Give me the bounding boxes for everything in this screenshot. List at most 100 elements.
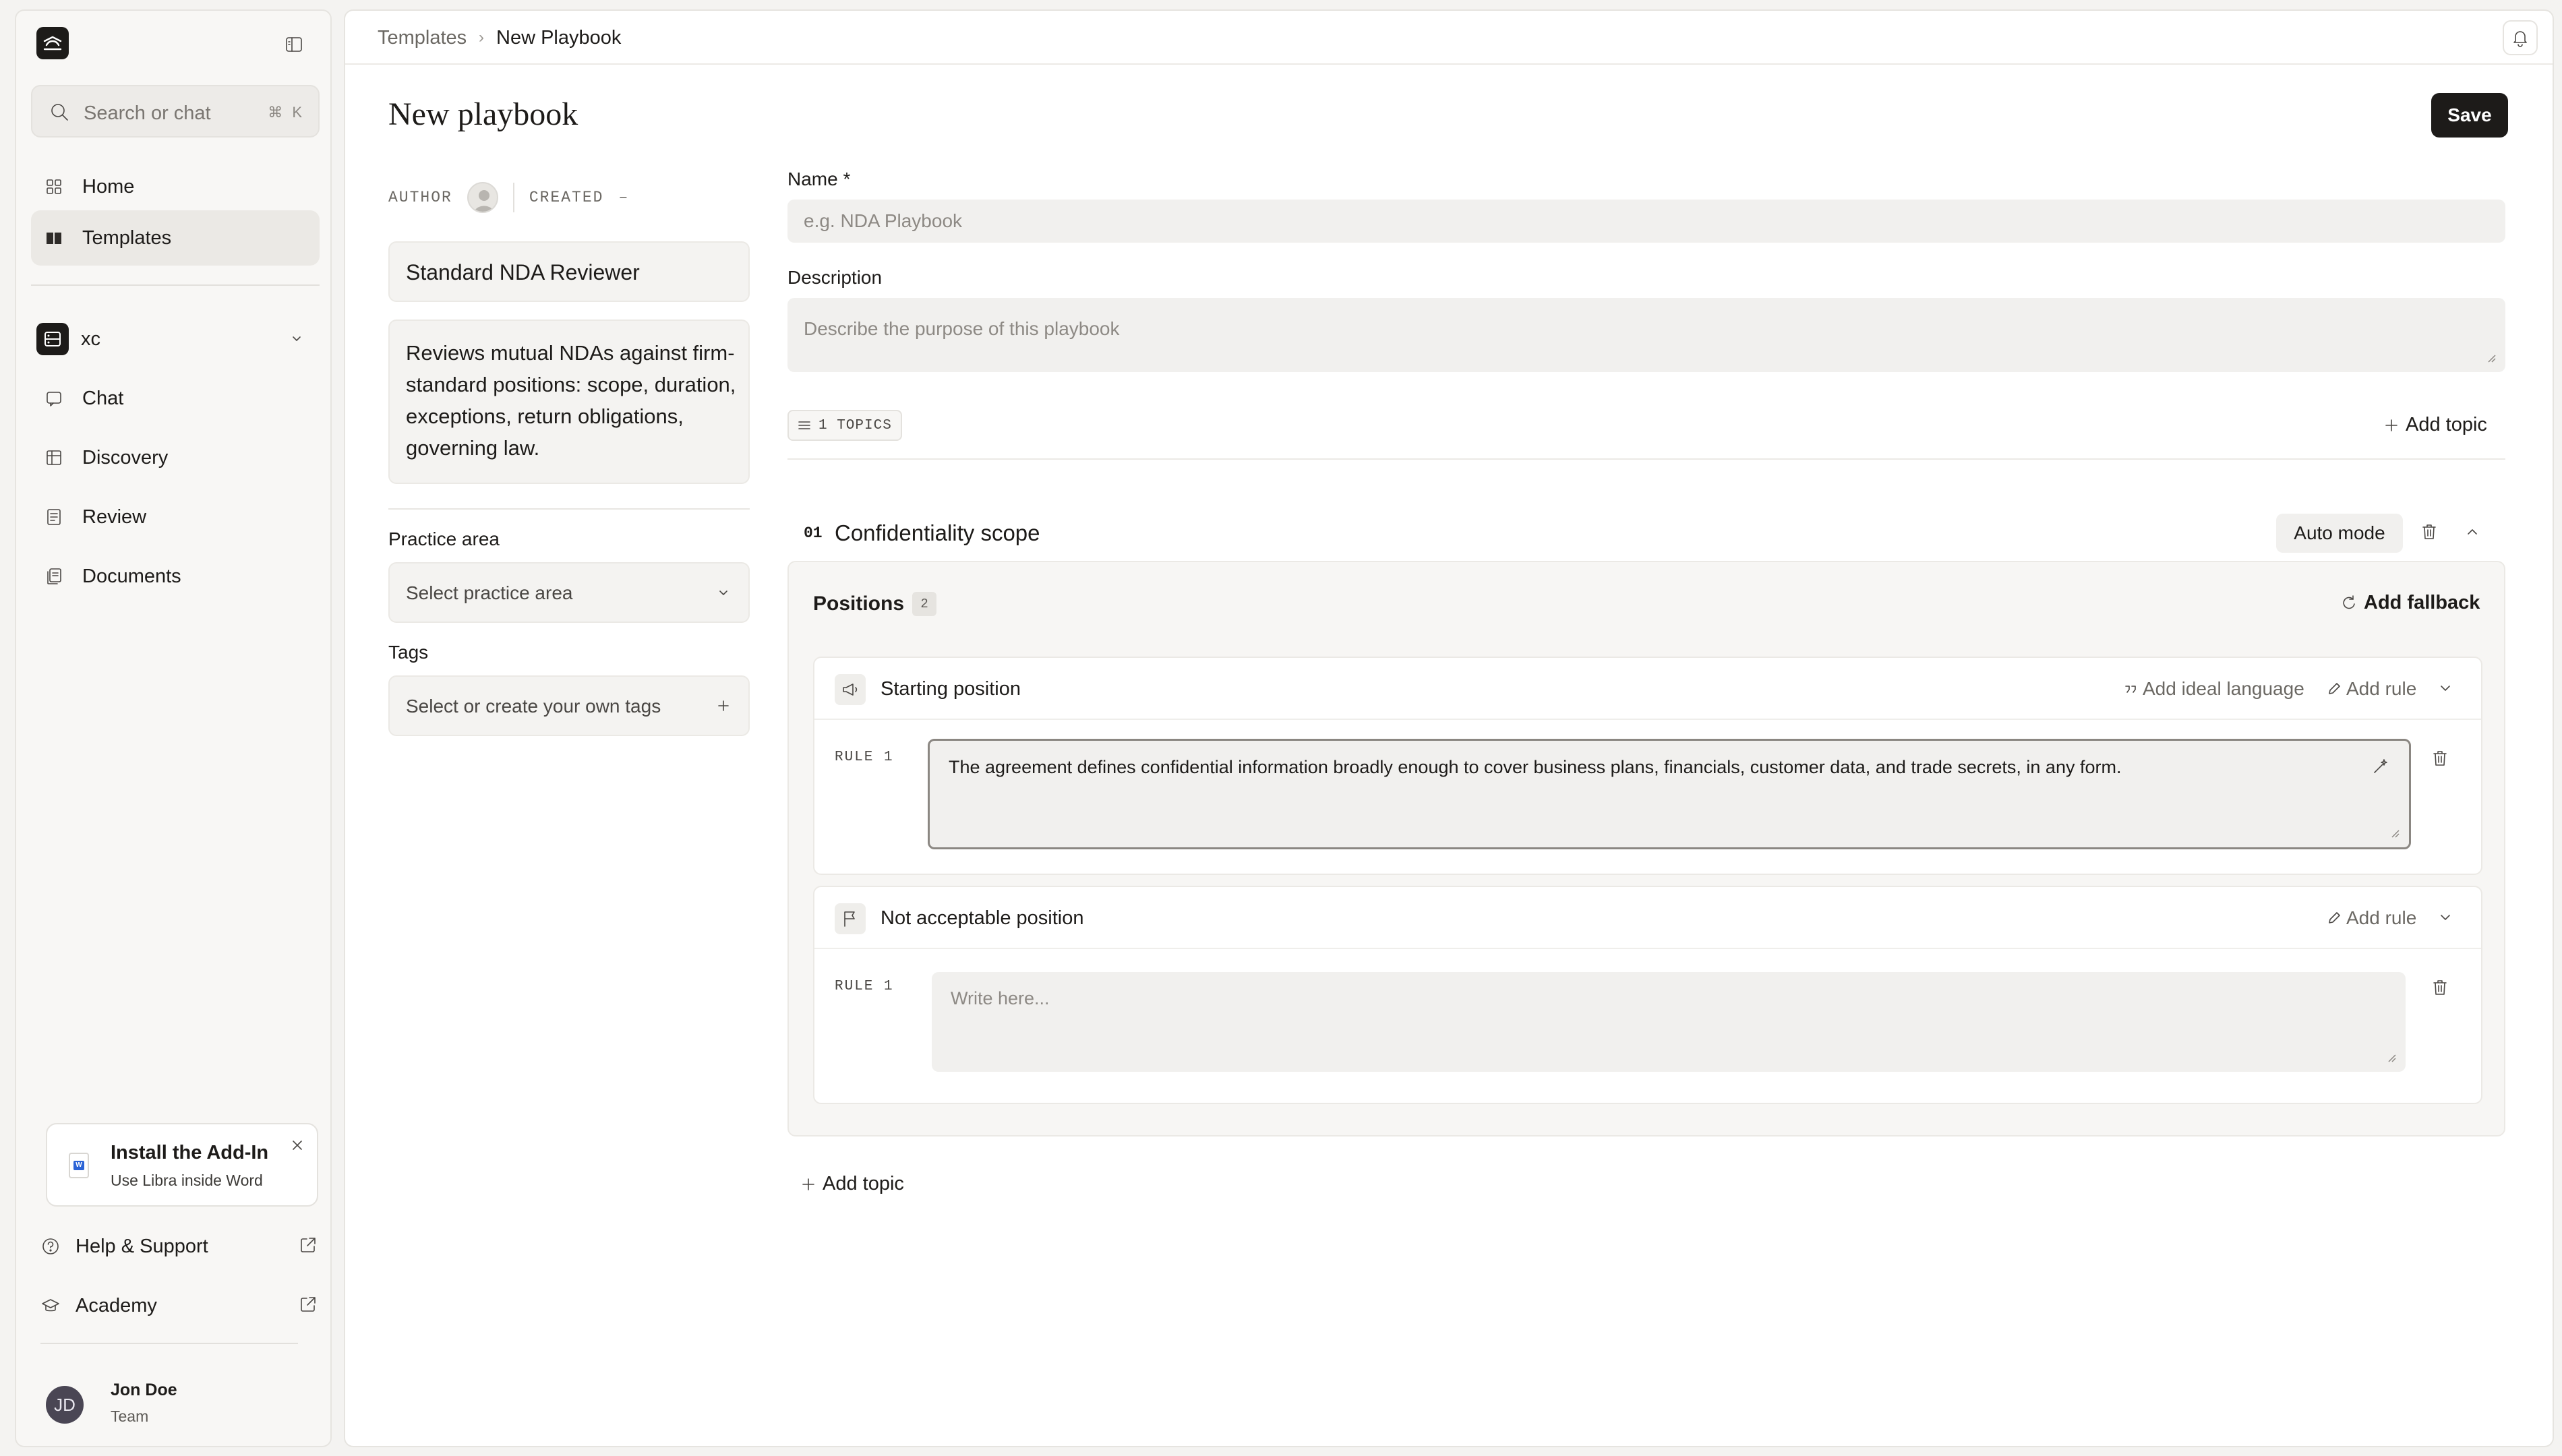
bell-icon (2513, 31, 2527, 47)
sidebar-item-templates[interactable]: Templates (31, 210, 320, 266)
plus-icon (2385, 419, 2397, 431)
fallback-icon (2343, 595, 2355, 609)
documents-icon (40, 563, 67, 590)
addin-subtitle: Use Libra inside Word (111, 1172, 263, 1189)
sidebar-item-review[interactable]: Review (31, 489, 320, 545)
page-title: New playbook (388, 96, 578, 132)
rule-label: RULE 1 (835, 750, 894, 765)
sidebar-item-label: Review (82, 506, 147, 528)
created-value: – (618, 189, 630, 206)
academy-link[interactable]: Academy (40, 1282, 324, 1329)
add-ideal-language-label: Add ideal language (2143, 678, 2304, 699)
add-ideal-language-button[interactable]: Add ideal language (2122, 678, 2304, 700)
name-input[interactable]: e.g. NDA Playbook (787, 200, 2505, 243)
notifications-button[interactable] (2503, 20, 2538, 55)
search-placeholder: Search or chat (84, 102, 211, 124)
position-title: Starting position (881, 678, 1021, 700)
add-fallback-button[interactable]: Add fallback (2340, 592, 2480, 614)
sidebar-item-discovery[interactable]: Discovery (31, 430, 320, 485)
rule-text: The agreement defines confidential infor… (949, 757, 2122, 777)
topic-number: 01 (804, 524, 823, 542)
sidebar-item-chat[interactable]: Chat (31, 371, 320, 426)
resize-handle-icon[interactable] (2385, 1052, 2396, 1062)
description-label: Description (787, 267, 883, 288)
help-icon (42, 1238, 59, 1254)
playbook-description-card[interactable]: Reviews mutual NDAs against firm-standar… (388, 320, 750, 484)
author-label: AUTHOR (388, 189, 452, 206)
description-input[interactable]: Describe the purpose of this playbook (787, 298, 2505, 372)
user-name: Jon Doe (111, 1381, 177, 1399)
sidebar-item-label: Home (82, 175, 135, 198)
search-icon (51, 104, 68, 121)
sidebar-item-label: Templates (82, 226, 172, 249)
user-profile[interactable]: JD Jon Doe Team (46, 1381, 329, 1434)
created-label: CREATED (529, 189, 604, 206)
tags-input[interactable]: Select or create your own tags (388, 675, 750, 736)
pencil-icon (2329, 683, 2340, 694)
user-role: Team (111, 1407, 149, 1425)
trash-icon[interactable] (2419, 522, 2439, 542)
description-placeholder: Describe the purpose of this playbook (804, 318, 1120, 339)
position-header[interactable]: Starting position Add ideal language Add… (814, 658, 2481, 720)
add-rule-button[interactable]: Add rule (2326, 907, 2416, 929)
search-input[interactable]: Search or chat ⌘ K (31, 85, 320, 138)
megaphone-icon (835, 674, 866, 705)
add-topic-bottom-button[interactable]: Add topic (800, 1173, 904, 1195)
divider (787, 458, 2505, 460)
divider (388, 508, 750, 510)
workspace-icon (36, 323, 69, 355)
chevron-down-icon (719, 590, 727, 595)
chevron-down-icon[interactable] (2435, 678, 2455, 698)
chevron-down-icon[interactable] (2435, 907, 2455, 928)
positions-count: 2 (912, 592, 937, 616)
top-bar: Templates › New Playbook (345, 11, 2553, 65)
close-icon[interactable] (289, 1136, 306, 1154)
avatar: JD (46, 1386, 84, 1424)
resize-handle-icon[interactable] (2485, 352, 2496, 363)
plus-icon (802, 1178, 814, 1190)
pencil-icon (2329, 912, 2340, 923)
table-icon (40, 444, 67, 471)
resize-handle-icon[interactable] (2389, 827, 2400, 838)
topic-header[interactable]: 01 Confidentiality scope Auto mode (787, 504, 2505, 561)
help-support-label: Help & Support (76, 1235, 208, 1257)
positions-header: Positions 2 (813, 592, 937, 616)
sidebar: Search or chat ⌘ K Home Templates xc Cha… (15, 9, 332, 1447)
playbook-meta: AUTHOR CREATED – (388, 181, 629, 214)
addin-banner[interactable]: W Install the Add-In Use Libra inside Wo… (46, 1123, 318, 1207)
add-rule-label: Add rule (2346, 907, 2417, 928)
add-topic-label: Add topic (2406, 414, 2487, 435)
add-topic-button[interactable]: Add topic (2383, 414, 2487, 436)
app-logo[interactable] (36, 27, 69, 59)
practice-area-select[interactable]: Select practice area (388, 562, 750, 623)
add-rule-label: Add rule (2346, 678, 2417, 699)
sidebar-item-home[interactable]: Home (31, 159, 320, 214)
add-rule-button[interactable]: Add rule (2326, 678, 2416, 700)
topics-count-badge: 1 TOPICS (787, 410, 902, 441)
save-button[interactable]: Save (2431, 93, 2508, 138)
breadcrumb-templates[interactable]: Templates (378, 27, 467, 49)
collapse-sidebar-icon[interactable] (280, 31, 307, 58)
grid-icon (40, 173, 67, 200)
rule-textarea[interactable]: The agreement defines confidential infor… (928, 739, 2411, 849)
chevron-up-icon[interactable] (2462, 522, 2482, 542)
workspace-switcher[interactable]: xc (31, 314, 320, 364)
help-support-link[interactable]: Help & Support (40, 1223, 324, 1270)
trash-icon[interactable] (2430, 977, 2450, 998)
name-label: Name * (787, 169, 851, 189)
rule-textarea[interactable]: Write here... (932, 972, 2406, 1072)
topics-count: 1 TOPICS (818, 417, 892, 433)
trash-icon[interactable] (2430, 748, 2450, 768)
position-header[interactable]: Not acceptable position Add rule (814, 887, 2481, 949)
add-fallback-label: Add fallback (2364, 592, 2480, 613)
search-shortcut: ⌘ K (268, 104, 305, 121)
magic-wand-icon[interactable] (2371, 757, 2390, 776)
playbook-name-card[interactable]: Standard NDA Reviewer (388, 241, 750, 302)
position-card-starting: Starting position Add ideal language Add… (813, 657, 2482, 875)
sidebar-item-label: Documents (82, 565, 181, 587)
main-panel: Templates › New Playbook New playbook Sa… (344, 9, 2554, 1447)
sidebar-item-documents[interactable]: Documents (31, 549, 320, 604)
plus-icon[interactable] (715, 697, 732, 715)
quote-icon (2125, 686, 2136, 693)
auto-mode-button[interactable]: Auto mode (2276, 514, 2403, 553)
